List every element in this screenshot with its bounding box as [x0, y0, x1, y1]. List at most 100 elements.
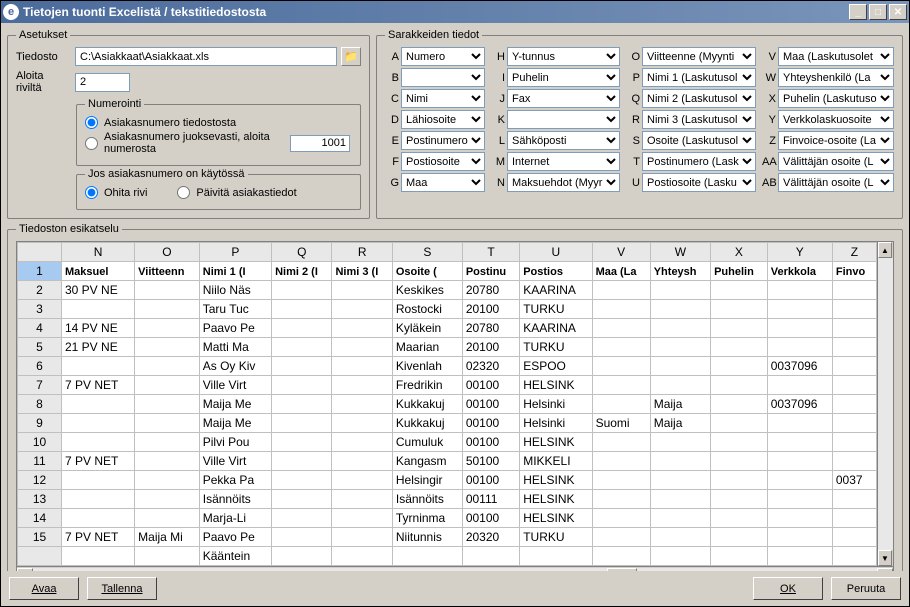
cell[interactable] [272, 452, 332, 471]
cell[interactable] [767, 414, 832, 433]
column-select-AB[interactable]: Välittäjän osoite (L [778, 173, 894, 192]
cell[interactable] [650, 300, 710, 319]
cell[interactable]: Cumuluk [392, 433, 462, 452]
cell[interactable]: Rostocki [392, 300, 462, 319]
cell[interactable] [62, 300, 135, 319]
cell[interactable] [832, 281, 876, 300]
cell[interactable] [650, 490, 710, 509]
cell[interactable] [332, 319, 392, 338]
cell[interactable]: Keskikes [392, 281, 462, 300]
cell[interactable]: MIKKELI [520, 452, 592, 471]
cell[interactable] [711, 547, 768, 566]
column-select-E[interactable]: Postinumero [401, 131, 485, 150]
cell[interactable]: Taru Tuc [199, 300, 271, 319]
header-cell[interactable]: Nimi 1 (I [199, 262, 271, 281]
header-cell[interactable]: Puhelin [711, 262, 768, 281]
cell[interactable] [832, 528, 876, 547]
cell[interactable] [272, 281, 332, 300]
cell[interactable] [711, 490, 768, 509]
cell[interactable] [135, 357, 200, 376]
cell[interactable] [332, 471, 392, 490]
col-letter[interactable]: X [711, 243, 768, 262]
column-select-I[interactable]: Puhelin [507, 68, 620, 87]
cell[interactable]: Maija Mi [135, 528, 200, 547]
column-select-P[interactable]: Nimi 1 (Laskutusol [642, 68, 756, 87]
cell[interactable]: HELSINK [520, 490, 592, 509]
cell[interactable] [332, 376, 392, 395]
cell[interactable] [650, 509, 710, 528]
cell[interactable] [272, 414, 332, 433]
cell[interactable] [832, 395, 876, 414]
col-letter[interactable]: T [462, 243, 519, 262]
cell[interactable] [650, 547, 710, 566]
cell[interactable] [135, 471, 200, 490]
column-select-Q[interactable]: Nimi 2 (Laskutusol [642, 89, 756, 108]
row-number[interactable]: 7 [18, 376, 62, 395]
update-radio[interactable] [177, 186, 190, 199]
close-button[interactable]: ✕ [889, 4, 907, 20]
column-select-AA[interactable]: Välittäjän osoite (L [778, 152, 894, 171]
header-cell[interactable]: Postinu [462, 262, 519, 281]
cell[interactable]: 00100 [462, 433, 519, 452]
cell[interactable] [520, 547, 592, 566]
cell[interactable] [767, 338, 832, 357]
cell[interactable] [62, 357, 135, 376]
cell[interactable] [272, 490, 332, 509]
scroll-right-icon[interactable]: ► [877, 568, 893, 572]
cell[interactable] [272, 433, 332, 452]
cell[interactable] [135, 376, 200, 395]
cell[interactable] [62, 471, 135, 490]
header-cell[interactable]: Maksuel [62, 262, 135, 281]
header-cell[interactable]: Viitteenn [135, 262, 200, 281]
cell[interactable] [767, 547, 832, 566]
cell[interactable] [332, 509, 392, 528]
col-letter[interactable]: R [332, 243, 392, 262]
cell[interactable] [711, 395, 768, 414]
column-select-J[interactable]: Fax [507, 89, 620, 108]
cell[interactable] [711, 319, 768, 338]
cell[interactable] [392, 547, 462, 566]
column-select-B[interactable] [401, 68, 485, 87]
cell[interactable] [135, 319, 200, 338]
cell[interactable] [711, 471, 768, 490]
cell[interactable]: 20320 [462, 528, 519, 547]
header-cell[interactable]: Finvo [832, 262, 876, 281]
cell[interactable]: HELSINK [520, 433, 592, 452]
numbering-from-file-radio[interactable] [85, 116, 98, 129]
cell[interactable] [832, 300, 876, 319]
cell[interactable] [650, 528, 710, 547]
save-button[interactable]: Tallenna [87, 577, 157, 600]
cell[interactable] [62, 509, 135, 528]
cell[interactable] [135, 414, 200, 433]
header-cell[interactable]: Maa (La [592, 262, 650, 281]
cell[interactable] [711, 509, 768, 528]
minimize-button[interactable]: _ [849, 4, 867, 20]
cell[interactable] [711, 300, 768, 319]
cell[interactable] [592, 281, 650, 300]
col-letter[interactable]: Z [832, 243, 876, 262]
col-letter[interactable]: V [592, 243, 650, 262]
cell[interactable]: 0037 [832, 471, 876, 490]
cell[interactable]: Maija [650, 414, 710, 433]
cell[interactable] [832, 509, 876, 528]
cell[interactable]: 7 PV NET [62, 452, 135, 471]
row-number[interactable]: 14 [18, 509, 62, 528]
cell[interactable]: Helsinki [520, 414, 592, 433]
cell[interactable]: TURKU [520, 528, 592, 547]
cell[interactable] [711, 281, 768, 300]
column-select-G[interactable]: Maa [401, 173, 485, 192]
cell[interactable]: 0037096 [767, 357, 832, 376]
cell[interactable] [272, 300, 332, 319]
open-button[interactable]: Avaa [9, 577, 79, 600]
cell[interactable]: Kääntein [199, 547, 271, 566]
scroll-thumb[interactable] [607, 568, 637, 572]
header-cell[interactable]: Verkkola [767, 262, 832, 281]
cell[interactable] [711, 414, 768, 433]
cell[interactable] [332, 357, 392, 376]
cell[interactable] [272, 528, 332, 547]
column-select-D[interactable]: Lähiosoite [401, 110, 485, 129]
file-input[interactable] [75, 47, 337, 66]
numbering-start-input[interactable] [290, 135, 350, 152]
column-select-Z[interactable]: Finvoice-osoite (La [778, 131, 894, 150]
cell[interactable] [832, 338, 876, 357]
